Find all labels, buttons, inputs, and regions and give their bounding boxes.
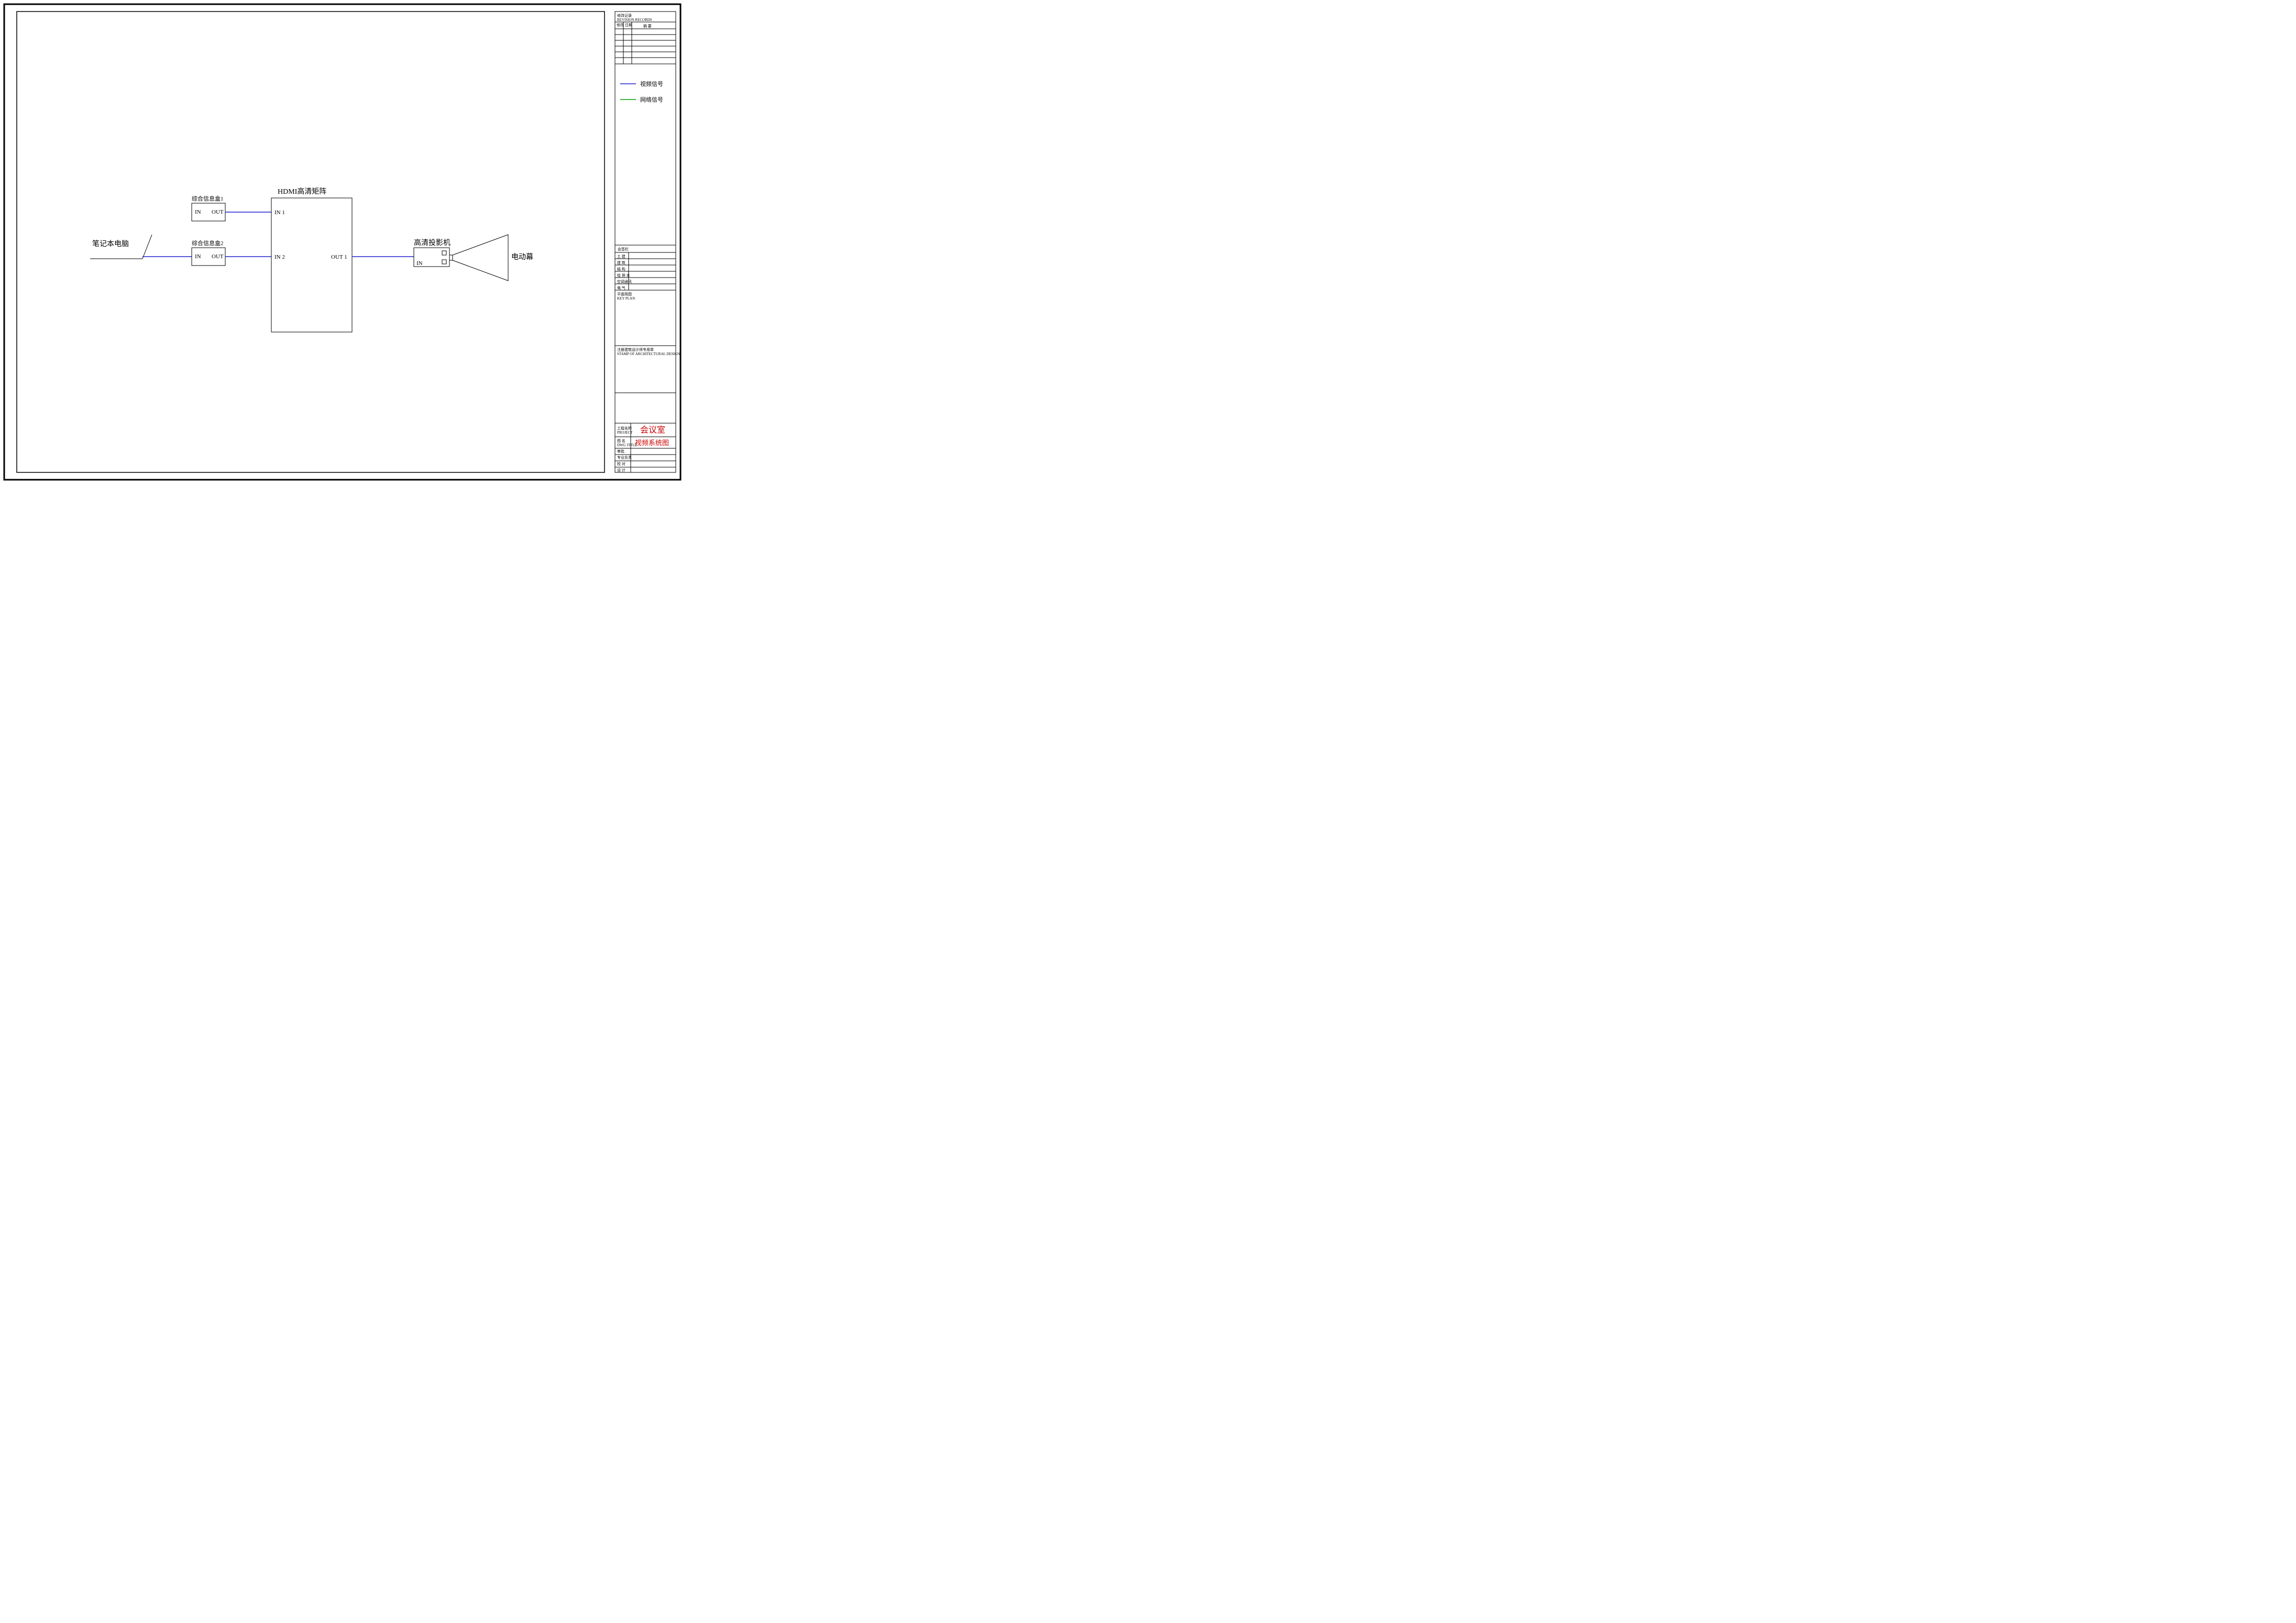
drawing-title: 视频系统图	[635, 439, 669, 447]
box2-in: IN	[195, 253, 201, 260]
svg-text:日期: 日期	[625, 23, 632, 27]
svg-text:设 计: 设 计	[617, 468, 625, 472]
box1-out: OUT	[212, 209, 224, 215]
matrix-out1: OUT 1	[331, 254, 347, 260]
title-strip: 修改记录 REVISION RECORDS 修改 日期 摘 要 视频信号 网络信…	[615, 12, 680, 472]
box1-label: 综合信息盒1	[192, 195, 224, 202]
project-name: 会议室	[640, 425, 665, 435]
sign-block: 会签栏 土 建 建 筑 结 构 给 排 水 空调通风 电 气	[615, 245, 676, 290]
box1-in: IN	[195, 209, 201, 215]
bottom-labels: 工程名称 PROJECT 会议室 图 名 DWG TITLE 视频系统图 审批 …	[615, 423, 676, 472]
svg-text:土 建: 土 建	[617, 254, 625, 259]
svg-text:修改记录: 修改记录	[617, 13, 632, 18]
svg-text:REVISION RECORDS: REVISION RECORDS	[617, 18, 652, 22]
svg-text:STAMP OF ARCHITECTURAL DESIGN: STAMP OF ARCHITECTURAL DESIGN	[617, 352, 680, 356]
svg-text:工程名称: 工程名称	[617, 426, 632, 430]
legend-video: 视频信号	[640, 80, 663, 87]
svg-text:IN: IN	[416, 260, 423, 267]
legend-network: 网络信号	[640, 96, 663, 103]
svg-text:审批: 审批	[617, 449, 624, 454]
svg-text:KEY PLAN: KEY PLAN	[617, 296, 635, 301]
matrix-in1: IN 1	[274, 209, 285, 216]
laptop-label: 笔记本电脑	[92, 240, 129, 248]
svg-text:摘 要: 摘 要	[643, 24, 652, 28]
screen-icon	[453, 235, 508, 281]
matrix-box	[271, 198, 352, 332]
box2-out: OUT	[212, 253, 224, 260]
svg-text:注册建筑设计师专用章: 注册建筑设计师专用章	[617, 347, 654, 352]
svg-text:结 构: 结 构	[617, 267, 625, 271]
svg-text:空调通风: 空调通风	[617, 279, 632, 284]
svg-text:校 对: 校 对	[617, 461, 625, 466]
svg-text:电 气: 电 气	[617, 285, 625, 290]
projector-label: 高清投影机	[414, 238, 451, 247]
matrix-in2: IN 2	[274, 254, 285, 260]
svg-text:DWG TITLE: DWG TITLE	[617, 443, 637, 447]
box2-label: 综合信息盒2	[192, 239, 224, 247]
svg-text:图 名: 图 名	[617, 438, 625, 443]
screen-label: 电动幕	[511, 253, 533, 261]
legend: 视频信号 网络信号	[620, 80, 663, 103]
svg-text:专业负责: 专业负责	[617, 455, 632, 460]
matrix-title: HDMI高清矩阵	[278, 187, 326, 196]
svg-text:建 筑: 建 筑	[617, 260, 625, 265]
svg-text:给 排 水: 给 排 水	[617, 273, 630, 278]
svg-text:会签栏: 会签栏	[618, 247, 629, 251]
projector-icon: IN	[414, 248, 453, 267]
svg-text:PROJECT: PROJECT	[617, 430, 633, 435]
svg-text:平面简图: 平面简图	[617, 292, 632, 296]
svg-text:修改: 修改	[617, 23, 624, 27]
